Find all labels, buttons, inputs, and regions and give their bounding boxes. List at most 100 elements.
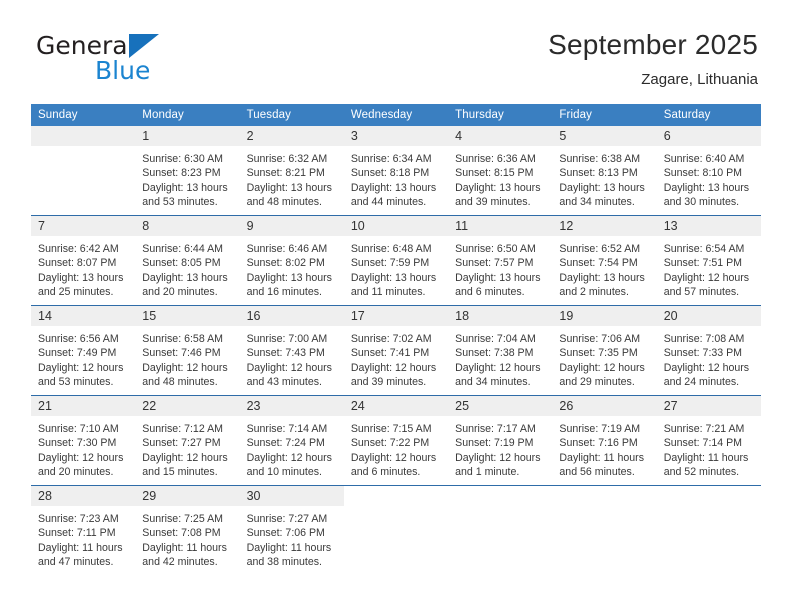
daylight-text-line1: Daylight: 12 hours <box>559 361 645 374</box>
sunset-text: Sunset: 7:43 PM <box>246 347 325 360</box>
sunrise-text: Sunrise: 6:58 AM <box>142 333 223 345</box>
calendar-day-cell[interactable]: 6 Sunrise: 6:40 AM Sunset: 8:10 PM Daylight… <box>656 126 761 216</box>
calendar-day-cell[interactable]: 27 Sunrise: 7:21 AM Sunset: 7:14 PM Dayligh… <box>656 395 761 486</box>
sunrise-text: Sunrise: 6:46 AM <box>246 243 328 255</box>
calendar-day-cell[interactable]: 26 Sunrise: 7:19 AM Sunset: 7:16 PM Dayligh… <box>552 395 657 486</box>
day-details: Sunrise: 6:30 AM Sunset: 8:23 PM Daylight:… <box>135 146 239 209</box>
day-details: Sunrise: 6:56 AM Sunset: 7:49 PM Daylight:… <box>31 326 135 389</box>
day-details: Sunrise: 7:10 AM Sunset: 7:30 PM Daylight:… <box>31 416 135 479</box>
calendar-body: 1 Sunrise: 6:30 AM Sunset: 8:23 PM Daylight… <box>31 126 761 575</box>
day-number: 5 <box>552 126 657 146</box>
calendar-day-cell[interactable]: 19 Sunrise: 7:06 AM Sunset: 7:35 PM Dayligh… <box>552 305 657 396</box>
calendar-day-cell[interactable]: 5 Sunrise: 6:38 AM Sunset: 8:13 PM Daylight… <box>552 126 657 216</box>
sunrise-text: Sunrise: 6:30 AM <box>142 153 223 165</box>
calendar-day-cell[interactable]: 10 Sunrise: 6:48 AM Sunset: 7:59 PM Dayligh… <box>343 215 449 306</box>
daylight-text-line2: and 20 minutes. <box>38 465 114 478</box>
calendar-day-cell[interactable]: 1 Sunrise: 6:30 AM Sunset: 8:23 PM Daylight… <box>135 126 240 216</box>
sunrise-text: Sunrise: 7:12 AM <box>142 423 223 435</box>
calendar-day-cell[interactable]: 15 Sunrise: 6:58 AM Sunset: 7:46 PM Dayligh… <box>135 305 240 396</box>
calendar-day-cell[interactable]: 25 Sunrise: 7:17 AM Sunset: 7:19 PM Dayligh… <box>448 395 553 486</box>
daylight-text-line2: and 30 minutes. <box>663 195 740 208</box>
sunrise-text: Sunrise: 6:54 AM <box>663 243 745 255</box>
daylight-text-line1: Daylight: 13 hours <box>455 181 541 194</box>
sunset-text: Sunset: 7:33 PM <box>663 347 743 360</box>
calendar-day-cell[interactable]: 21 Sunrise: 7:10 AM Sunset: 7:30 PM Dayligh… <box>31 395 136 486</box>
daylight-text-line1: Daylight: 13 hours <box>246 181 332 194</box>
sunrise-text: Sunrise: 6:32 AM <box>246 153 328 165</box>
calendar-day-cell[interactable]: 16 Sunrise: 7:00 AM Sunset: 7:43 PM Dayligh… <box>239 305 344 396</box>
daylight-text-line1: Daylight: 12 hours <box>38 361 124 374</box>
day-number <box>31 126 136 146</box>
sunset-text: Sunset: 8:07 PM <box>38 257 117 270</box>
calendar-day-cell[interactable]: 24 Sunrise: 7:15 AM Sunset: 7:22 PM Dayligh… <box>343 395 449 486</box>
sunset-text: Sunset: 7:41 PM <box>350 347 430 360</box>
daylight-text-line2: and 34 minutes. <box>455 375 531 388</box>
day-details: Sunrise: 7:12 AM Sunset: 7:27 PM Daylight:… <box>135 416 239 479</box>
sunset-text: Sunset: 8:10 PM <box>663 167 743 180</box>
day-details: Sunrise: 6:36 AM Sunset: 8:15 PM Daylight:… <box>448 146 552 209</box>
daylight-text-line1: Daylight: 12 hours <box>350 451 437 464</box>
sunrise-text: Sunrise: 6:36 AM <box>455 153 536 165</box>
page-title: September 2025 <box>548 29 758 60</box>
calendar-day-cell[interactable]: 23 Sunrise: 7:14 AM Sunset: 7:24 PM Dayligh… <box>239 395 344 486</box>
calendar-day-cell[interactable]: 30 Sunrise: 7:27 AM Sunset: 7:06 PM Dayligh… <box>239 485 344 575</box>
calendar-day-cell[interactable]: 9 Sunrise: 6:46 AM Sunset: 8:02 PM Daylight… <box>239 215 344 306</box>
calendar-day-cell[interactable]: 22 Sunrise: 7:12 AM Sunset: 7:27 PM Dayligh… <box>135 395 240 486</box>
sunset-text: Sunset: 8:13 PM <box>559 167 638 180</box>
calendar-day-cell[interactable]: 18 Sunrise: 7:04 AM Sunset: 7:38 PM Dayligh… <box>448 305 553 396</box>
day-number: 23 <box>239 396 344 416</box>
day-number: 8 <box>135 216 240 236</box>
day-number: 13 <box>656 216 761 236</box>
daylight-text-line2: and 10 minutes. <box>246 465 322 478</box>
daylight-text-line2: and 56 minutes. <box>559 465 635 478</box>
calendar-day-cell[interactable]: 7 Sunrise: 6:42 AM Sunset: 8:07 PM Daylight… <box>31 215 136 306</box>
calendar-day-cell[interactable]: 20 Sunrise: 7:08 AM Sunset: 7:33 PM Dayligh… <box>656 305 761 396</box>
daylight-text-line1: Daylight: 13 hours <box>559 181 645 194</box>
calendar-day-cell[interactable]: 3 Sunrise: 6:34 AM Sunset: 8:18 PM Daylight… <box>343 126 449 216</box>
day-number: 9 <box>239 216 344 236</box>
sunset-text: Sunset: 7:59 PM <box>350 257 430 270</box>
daylight-text-line1: Daylight: 12 hours <box>663 271 750 284</box>
day-number <box>344 486 448 506</box>
triangle-logo-icon <box>129 34 159 58</box>
daylight-text-line1: Daylight: 12 hours <box>246 451 332 464</box>
daylight-text-line1: Daylight: 12 hours <box>663 361 750 374</box>
day-number: 21 <box>31 396 136 416</box>
day-details: Sunrise: 6:44 AM Sunset: 8:05 PM Daylight:… <box>135 236 239 299</box>
sunset-text: Sunset: 8:18 PM <box>350 167 430 180</box>
calendar-day-cell[interactable]: 13 Sunrise: 6:54 AM Sunset: 7:51 PM Dayligh… <box>656 215 761 306</box>
day-details: Sunrise: 7:21 AM Sunset: 7:14 PM Daylight:… <box>657 416 761 479</box>
daylight-text-line1: Daylight: 12 hours <box>142 361 228 374</box>
calendar-day-cell[interactable]: 11 Sunrise: 6:50 AM Sunset: 7:57 PM Dayligh… <box>448 215 553 306</box>
calendar-day-cell[interactable]: 14 Sunrise: 6:56 AM Sunset: 7:49 PM Dayligh… <box>31 305 136 396</box>
sunset-text: Sunset: 8:05 PM <box>142 257 221 270</box>
sunset-text: Sunset: 7:08 PM <box>142 527 221 540</box>
day-details: Sunrise: 6:58 AM Sunset: 7:46 PM Daylight:… <box>135 326 239 389</box>
weekday-header-tuesday: Tuesday <box>239 104 344 126</box>
calendar-day-cell[interactable]: 4 Sunrise: 6:36 AM Sunset: 8:15 PM Daylight… <box>448 126 553 216</box>
sunrise-text: Sunrise: 6:34 AM <box>350 153 432 165</box>
calendar-day-cell[interactable]: 17 Sunrise: 7:02 AM Sunset: 7:41 PM Dayligh… <box>343 305 449 396</box>
calendar-day-cell[interactable]: 8 Sunrise: 6:44 AM Sunset: 8:05 PM Daylight… <box>135 215 240 306</box>
sunset-text: Sunset: 7:30 PM <box>38 437 117 450</box>
daylight-text-line1: Daylight: 11 hours <box>38 541 123 554</box>
daylight-text-line2: and 38 minutes. <box>246 555 322 568</box>
daylight-text-line1: Daylight: 13 hours <box>350 271 437 284</box>
calendar-day-cell[interactable]: 29 Sunrise: 7:25 AM Sunset: 7:08 PM Dayligh… <box>135 485 240 575</box>
calendar-day-cell[interactable]: 28 Sunrise: 7:23 AM Sunset: 7:11 PM Dayligh… <box>31 485 136 575</box>
calendar-day-cell[interactable]: 2 Sunrise: 6:32 AM Sunset: 8:21 PM Daylight… <box>239 126 344 216</box>
day-details: Sunrise: 7:17 AM Sunset: 7:19 PM Daylight:… <box>448 416 552 479</box>
sunrise-text: Sunrise: 6:42 AM <box>38 243 119 255</box>
brand-logo[interactable]: General Blue <box>36 32 266 88</box>
daylight-text-line2: and 43 minutes. <box>246 375 322 388</box>
daylight-text-line2: and 6 minutes. <box>455 285 525 298</box>
sunrise-text: Sunrise: 7:08 AM <box>663 333 745 345</box>
daylight-text-line2: and 44 minutes. <box>350 195 427 208</box>
daylight-text-line1: Daylight: 11 hours <box>246 541 332 554</box>
daylight-text-line2: and 39 minutes. <box>455 195 531 208</box>
daylight-text-line1: Daylight: 12 hours <box>455 451 541 464</box>
calendar-day-cell[interactable]: 12 Sunrise: 6:52 AM Sunset: 7:54 PM Dayligh… <box>552 215 657 306</box>
page-header: General Blue September 2025 Zagare, Lith… <box>0 0 792 98</box>
day-number: 18 <box>448 306 553 326</box>
sunset-text: Sunset: 7:24 PM <box>246 437 325 450</box>
